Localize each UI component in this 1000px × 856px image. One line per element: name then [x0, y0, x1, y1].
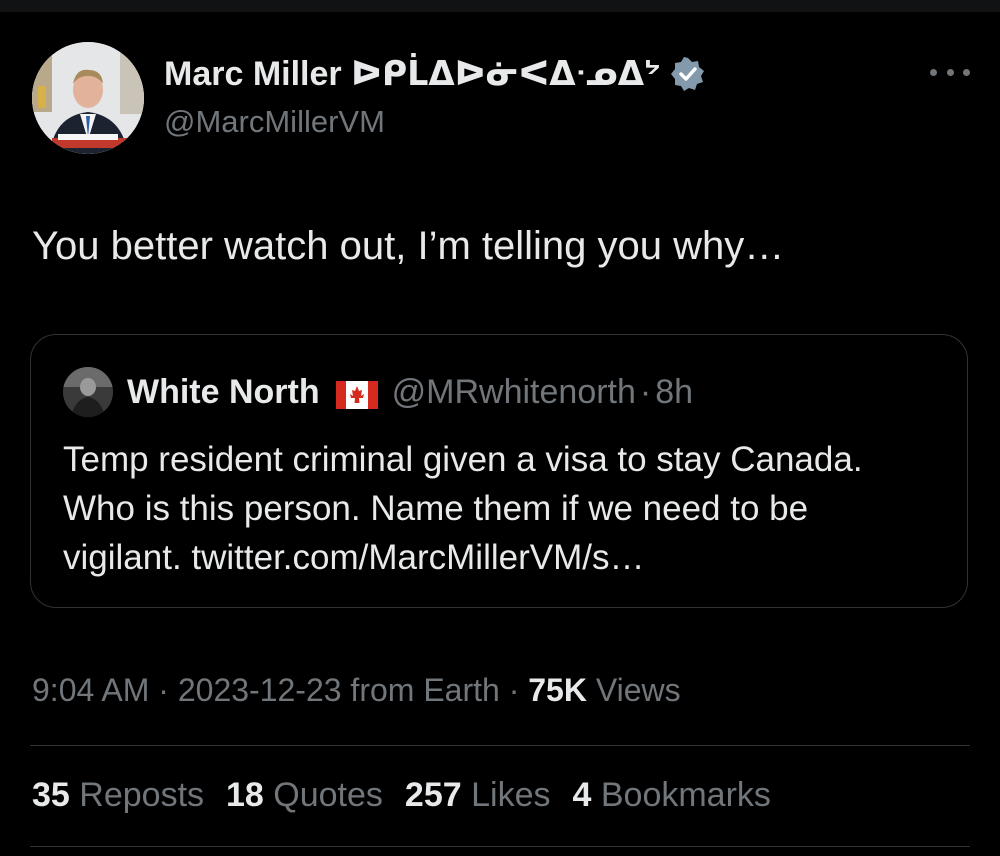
author-avatar[interactable] — [32, 42, 144, 154]
quoted-tweet-line: vigilant. twitter.com/MarcMillerVM/s… — [63, 538, 645, 577]
tweet-date[interactable]: 2023-12-23 — [178, 672, 342, 708]
top-bar — [0, 0, 1000, 12]
quoted-tweet-header: White North @MRwhitenorth · 8h — [127, 373, 693, 412]
bookmarks-stat[interactable]: 4 Bookmarks — [572, 776, 770, 815]
quoted-tweet-line: Who is this person. Name them if we need… — [63, 489, 809, 528]
tweet-meta: 9:04 AM · 2023-12-23 from Earth · 75K Vi… — [32, 672, 681, 709]
author-name-text: Marc Miller ᐅᑭᒫᐃᐅᓃᐸᐃᐧᓄᐃᔾ — [164, 55, 661, 93]
verified-badge-icon — [670, 57, 705, 91]
tweet-text: You better watch out, I’m telling you wh… — [32, 224, 785, 268]
author-display-name[interactable]: Marc Miller ᐅᑭᒫᐃᐅᓃᐸᐃᐧᓄᐃᔾ — [164, 54, 705, 94]
divider — [30, 846, 970, 847]
separator-dot: · — [158, 672, 169, 708]
quoted-author-handle[interactable]: @MRwhitenorth — [392, 373, 636, 412]
divider — [30, 745, 970, 746]
likes-stat[interactable]: 257 Likes — [405, 776, 551, 815]
quotes-count: 18 — [226, 776, 264, 814]
engagement-stats: 35 Reposts 18 Quotes 257 Likes 4 Bookmar… — [32, 776, 793, 815]
quoted-author-avatar[interactable] — [63, 367, 113, 417]
quoted-tweet-line: Temp resident criminal given a visa to s… — [63, 440, 863, 479]
reposts-label: Reposts — [79, 776, 205, 814]
quoted-tweet-text: Temp resident criminal given a visa to s… — [63, 435, 953, 582]
views-label: Views — [595, 672, 681, 708]
bookmarks-count: 4 — [572, 776, 592, 814]
reposts-stat[interactable]: 35 Reposts — [32, 776, 204, 815]
views-count: 75K — [528, 672, 587, 708]
bookmarks-label: Bookmarks — [600, 776, 771, 814]
author-handle[interactable]: @MarcMillerVM — [164, 104, 385, 140]
canada-flag-icon — [335, 379, 378, 409]
quotes-stat[interactable]: 18 Quotes — [226, 776, 383, 815]
separator-dot: · — [508, 672, 520, 708]
quoted-author-name[interactable]: White North — [127, 373, 320, 412]
more-options-icon[interactable] — [930, 62, 970, 82]
tweet-source: from Earth — [350, 672, 500, 708]
quoted-tweet-time[interactable]: 8h — [655, 373, 693, 412]
likes-count: 257 — [404, 776, 462, 814]
quoted-tweet-card[interactable]: White North @MRwhitenorth · 8h Temp resi… — [30, 334, 968, 608]
quotes-label: Quotes — [273, 776, 383, 814]
tweet-time[interactable]: 9:04 AM — [32, 672, 149, 708]
separator-dot: · — [639, 373, 652, 411]
likes-label: Likes — [471, 776, 551, 814]
reposts-count: 35 — [32, 776, 70, 814]
